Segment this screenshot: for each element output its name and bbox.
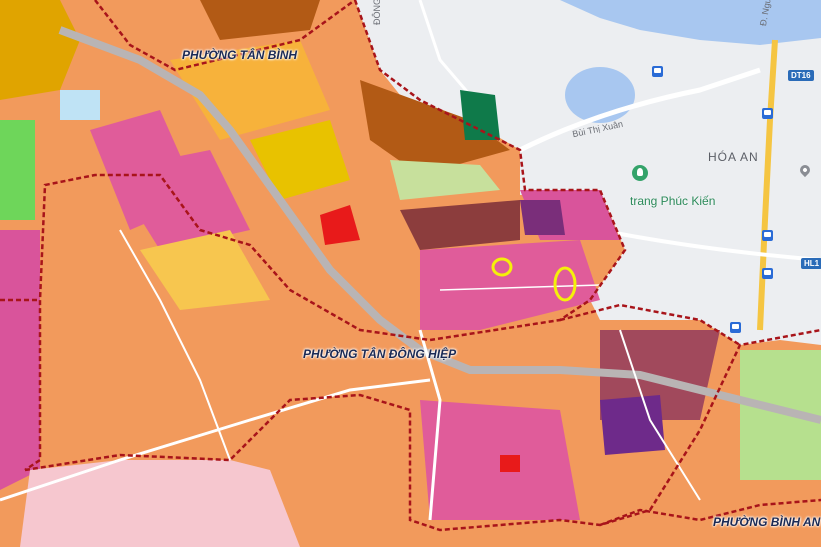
zone-red [500,455,520,472]
road-label-dong: ĐÔNG [372,0,382,25]
route-shield-hl1: HL1 [801,258,821,269]
ward-label-tan-dong-hiep: PHƯỜNG TÂN ĐÔNG HIỆP [303,347,457,361]
bus-stop-icon[interactable] [762,108,773,119]
zone-industrial [600,395,665,455]
bus-stop-icon[interactable] [652,66,663,77]
zone-industrial [520,200,565,235]
park-icon[interactable] [632,165,648,181]
zone-light-pink [20,460,300,547]
place-label-hoa-an: HÓA AN [708,150,759,164]
bus-stop-icon[interactable] [730,322,741,333]
bus-stop-icon[interactable] [762,230,773,241]
zone-water [60,90,100,120]
zone-green [0,120,35,220]
zoning-map[interactable] [0,0,821,547]
bus-stop-icon[interactable] [762,268,773,279]
ward-label-tan-binh: PHƯỜNG TÂN BÌNH [182,48,298,62]
zone-commercial-west [0,230,40,490]
zone-green-dark [460,90,500,140]
route-shield-dt16: DT16 [788,70,814,81]
poi-label-trang-phuc-kien[interactable]: trang Phúc Kiến [630,194,715,208]
ward-label-binh-an: PHƯỜNG BÌNH AN [713,515,821,529]
